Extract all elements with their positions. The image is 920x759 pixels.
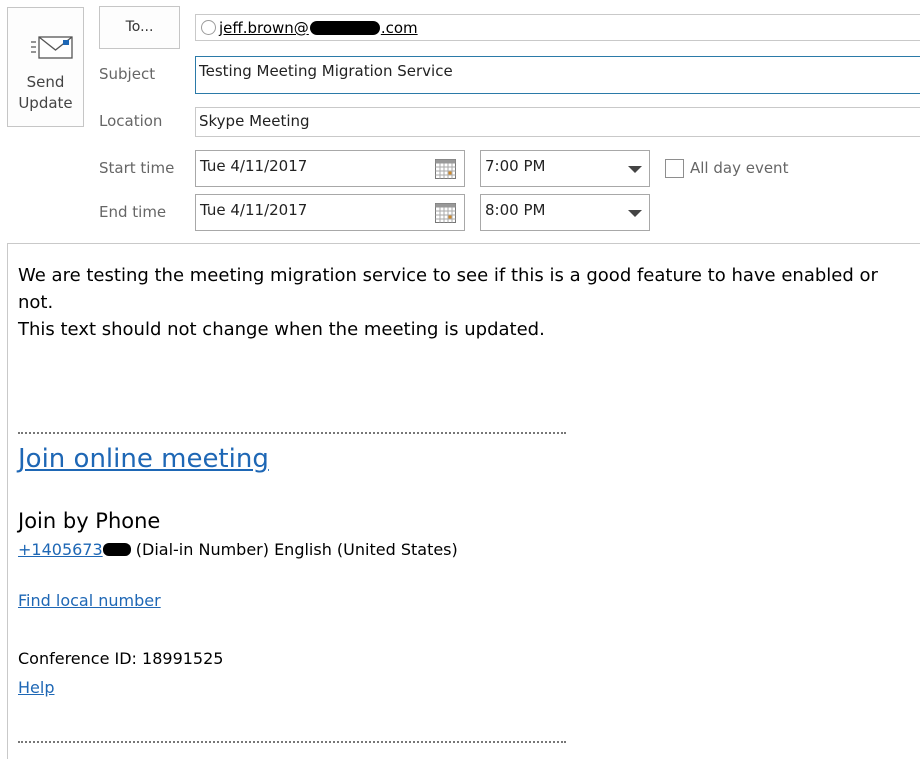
dial-in-number-link[interactable]: +1405673	[18, 540, 131, 559]
send-update-button[interactable]: Send Update	[7, 7, 84, 127]
start-date-field[interactable]: Tue 4/11/2017	[195, 150, 465, 187]
end-date-field[interactable]: Tue 4/11/2017	[195, 194, 465, 231]
dial-in-number-prefix: +1405673	[18, 540, 103, 559]
location-label: Location	[99, 112, 163, 130]
recipient-status-icon	[201, 20, 216, 35]
all-day-label[interactable]: All day event	[690, 159, 788, 177]
chevron-down-icon[interactable]	[628, 210, 642, 217]
recipient-address-suffix: .com	[380, 19, 418, 37]
start-time-label: Start time	[99, 159, 175, 177]
body-text[interactable]: We are testing the meeting migration ser…	[18, 262, 918, 343]
body-line-1: We are testing the meeting migration ser…	[18, 265, 878, 313]
redaction-mark	[102, 543, 131, 556]
envelope-icon	[31, 36, 73, 59]
end-time-label: End time	[99, 203, 167, 221]
body-line-2: This text should not change when the mee…	[18, 319, 545, 340]
chevron-down-icon[interactable]	[628, 166, 642, 173]
calendar-icon[interactable]	[435, 203, 456, 223]
divider	[18, 432, 566, 434]
start-date-value: Tue 4/11/2017	[200, 157, 308, 175]
dial-in-description: (Dial-in Number) English (United States)	[135, 540, 458, 559]
conference-id: Conference ID: 18991525	[18, 649, 224, 668]
find-local-number-link[interactable]: Find local number	[18, 591, 161, 610]
calendar-icon[interactable]	[435, 159, 456, 179]
send-update-label-line1: Send	[26, 73, 65, 91]
dial-in-line: +1405673 (Dial-in Number) English (Unite…	[18, 540, 458, 559]
all-day-checkbox[interactable]	[665, 159, 684, 178]
divider	[18, 741, 566, 743]
join-online-meeting-link[interactable]: Join online meeting	[18, 444, 269, 474]
help-link[interactable]: Help	[18, 678, 54, 697]
join-by-phone-heading: Join by Phone	[18, 509, 161, 533]
recipient-address[interactable]: jeff.brown@ .com	[219, 15, 418, 41]
end-date-value: Tue 4/11/2017	[200, 201, 308, 219]
to-field[interactable]: jeff.brown@ .com	[195, 14, 920, 41]
end-time-dropdown[interactable]: 8:00 PM	[480, 194, 650, 231]
location-field[interactable]: Skype Meeting	[195, 107, 920, 137]
subject-label: Subject	[99, 65, 156, 83]
subject-field[interactable]: Testing Meeting Migration Service	[195, 56, 920, 94]
send-update-label-line2: Update	[18, 94, 73, 112]
redaction-mark	[309, 21, 380, 35]
end-time-value: 8:00 PM	[485, 201, 546, 219]
to-button[interactable]: To...	[99, 6, 180, 49]
start-time-value: 7:00 PM	[485, 157, 546, 175]
start-time-dropdown[interactable]: 7:00 PM	[480, 150, 650, 187]
recipient-address-prefix: jeff.brown@	[219, 19, 309, 37]
